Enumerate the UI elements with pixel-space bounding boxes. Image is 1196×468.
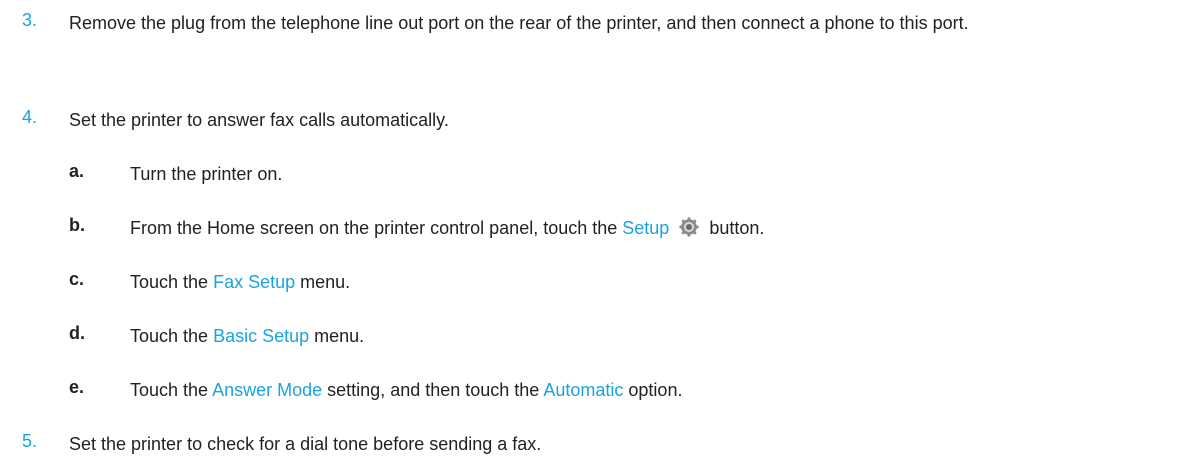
substep-label: e.: [69, 377, 85, 397]
automatic-link: Automatic: [543, 380, 624, 400]
setup-link: Setup: [622, 218, 670, 238]
substep-text: Touch the Answer Mode setting, and then …: [130, 377, 1170, 404]
substep-text: Touch the Fax Setup menu.: [130, 269, 1170, 296]
substep-text: From the Home screen on the printer cont…: [130, 215, 1170, 242]
substep-text-post: menu.: [300, 272, 351, 292]
step-number: 4.: [22, 107, 38, 127]
substep-text-post: button.: [709, 218, 765, 238]
answer-mode-link: Answer Mode: [212, 380, 323, 400]
substep-text-pre: Touch the: [130, 272, 209, 292]
substep-label: d.: [69, 323, 85, 343]
substep-label: c.: [69, 269, 85, 289]
substep-text-pre: Touch the: [130, 380, 209, 400]
substep-text: Turn the printer on.: [130, 164, 283, 184]
setup-gear-icon: [679, 217, 699, 237]
document-page: 3. Remove the plug from the telephone li…: [0, 0, 1196, 468]
substep-text-pre: Touch the: [130, 326, 209, 346]
substep-label: b.: [69, 215, 85, 235]
step-text: Set the printer to answer fax calls auto…: [69, 110, 449, 130]
substep-text-mid: setting, and then touch the: [327, 380, 540, 400]
basic-setup-link: Basic Setup: [213, 326, 310, 346]
step-number: 5.: [22, 431, 38, 451]
substep-text-post: option.: [628, 380, 683, 400]
substep-text-post: menu.: [314, 326, 365, 346]
step-text: Set the printer to check for a dial tone…: [69, 434, 542, 454]
step-text: Remove the plug from the telephone line …: [69, 13, 969, 33]
substep-text-pre: From the Home screen on the printer cont…: [130, 218, 618, 238]
fax-setup-link: Fax Setup: [213, 272, 296, 292]
substep-text: Touch the Basic Setup menu.: [130, 323, 1170, 350]
step-number: 3.: [22, 10, 38, 30]
substep-label: a.: [69, 161, 85, 181]
